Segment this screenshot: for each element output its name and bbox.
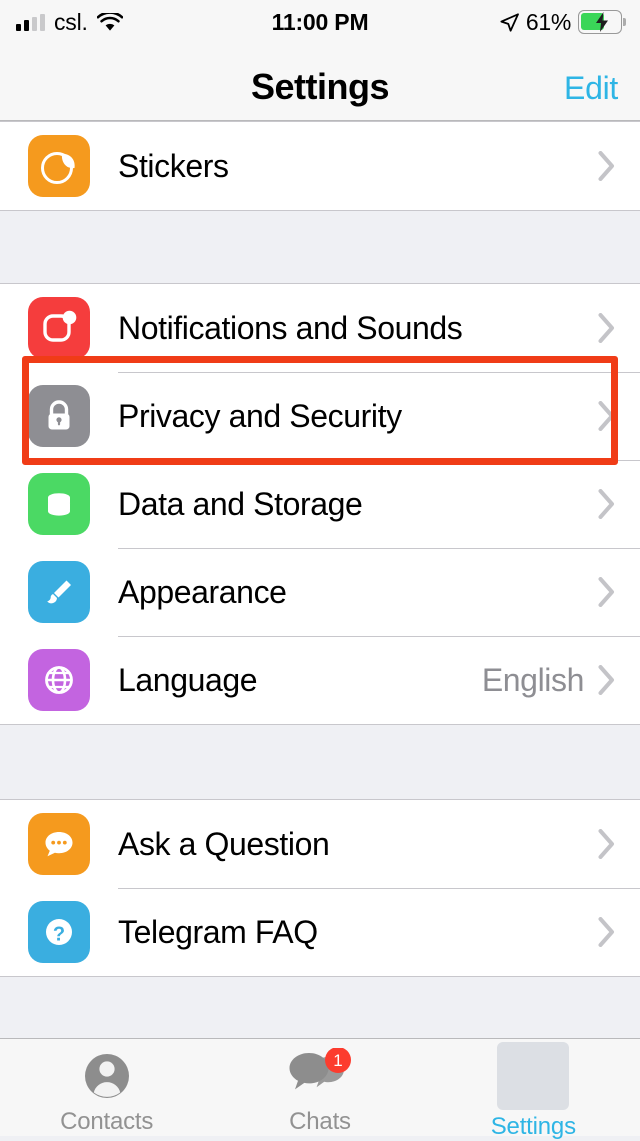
notifications-icon [28, 297, 90, 359]
row-label: Privacy and Security [118, 397, 402, 434]
globe-icon [28, 649, 90, 711]
database-icon [28, 473, 90, 535]
chats-badge-count: 1 [333, 1051, 342, 1070]
paintbrush-icon [28, 561, 90, 623]
stickers-icon [28, 135, 90, 197]
row-label: Language [118, 661, 258, 698]
lock-icon [28, 385, 90, 447]
settings-row-notifications-and-sounds[interactable]: Notifications and Sounds [0, 284, 640, 372]
chevron-right-icon [598, 829, 616, 859]
navigation-bar: Settings Edit [0, 44, 640, 121]
settings-list[interactable]: Stickers Notifications and Sounds Privac… [0, 121, 640, 1038]
tab-settings[interactable]: Settings [427, 1039, 640, 1140]
section-gap [0, 725, 640, 799]
tab-label: Settings [490, 1113, 576, 1140]
chevron-right-icon [598, 917, 616, 947]
row-label: Notifications and Sounds [118, 309, 463, 346]
question-mark-icon: ? [28, 901, 90, 963]
telegram-settings-screen: csl. 11:00 PM 61% Settings Edit Stickers… [0, 0, 640, 1140]
page-title: Settings [250, 66, 390, 107]
svg-text:?: ? [53, 924, 65, 946]
settings-placeholder-icon [497, 1042, 570, 1110]
speech-bubble-icon [28, 813, 90, 875]
row-label: Stickers [118, 147, 229, 184]
chevron-right-icon [598, 577, 616, 607]
tab-chats[interactable]: 1 Chats [213, 1039, 426, 1136]
settings-row-stickers[interactable]: Stickers [0, 122, 640, 210]
edit-button[interactable]: Edit [564, 70, 618, 107]
battery-charging-icon [578, 10, 626, 34]
section-gap [0, 211, 640, 283]
tab-label: Chats [289, 1108, 351, 1135]
contacts-person-icon [71, 1047, 143, 1104]
settings-row-appearance[interactable]: Appearance [0, 548, 640, 636]
tab-bar[interactable]: Contacts 1 Chats Settings [0, 1038, 640, 1140]
row-label: Telegram FAQ [118, 913, 318, 950]
status-bar: csl. 11:00 PM 61% [0, 0, 640, 44]
row-value: English [481, 661, 585, 698]
settings-row-telegram-faq[interactable]: ? Telegram FAQ [0, 888, 640, 976]
tab-label: Contacts [60, 1108, 154, 1135]
settings-row-data-and-storage[interactable]: Data and Storage [0, 460, 640, 548]
tab-contacts[interactable]: Contacts [0, 1039, 213, 1136]
chats-bubbles-icon: 1 [284, 1047, 356, 1104]
battery-percent-label: 61% [525, 8, 571, 35]
settings-group-2: Notifications and Sounds Privacy and Sec… [0, 283, 640, 725]
settings-group-1: Stickers [0, 121, 640, 211]
chevron-right-icon [598, 151, 616, 181]
row-label: Ask a Question [118, 825, 330, 862]
chevron-right-icon [598, 665, 616, 695]
settings-row-privacy-and-security[interactable]: Privacy and Security [0, 372, 640, 460]
chevron-right-icon [598, 401, 616, 431]
row-label: Data and Storage [118, 485, 363, 522]
location-arrow-icon [500, 12, 519, 32]
settings-row-language[interactable]: Language English [0, 636, 640, 724]
status-bar-right: 61% [500, 9, 626, 36]
row-label: Appearance [118, 573, 287, 610]
chevron-right-icon [598, 489, 616, 519]
chevron-right-icon [598, 313, 616, 343]
settings-row-ask-a-question[interactable]: Ask a Question [0, 800, 640, 888]
settings-group-3: Ask a Question ? Telegram FAQ [0, 799, 640, 977]
